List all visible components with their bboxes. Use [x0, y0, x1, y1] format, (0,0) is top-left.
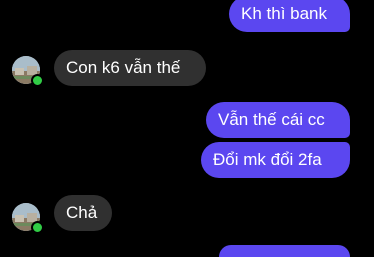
- online-status-dot: [31, 221, 44, 234]
- outgoing-message-bubble[interactable]: Đổi mk đổi 2fa: [201, 142, 350, 178]
- incoming-message-bubble[interactable]: Con k6 vẫn thế: [54, 50, 206, 86]
- outgoing-message-bubble[interactable]: Vẫn thế cái cc: [206, 102, 350, 138]
- outgoing-message-bubble[interactable]: [219, 245, 350, 257]
- message-thread: Kh thì bank Con k6 vẫn thế Vẫn thế cái c…: [0, 0, 374, 257]
- incoming-message-bubble[interactable]: Chả: [54, 195, 112, 231]
- outgoing-message-bubble[interactable]: Kh thì bank: [229, 0, 350, 32]
- online-status-dot: [31, 74, 44, 87]
